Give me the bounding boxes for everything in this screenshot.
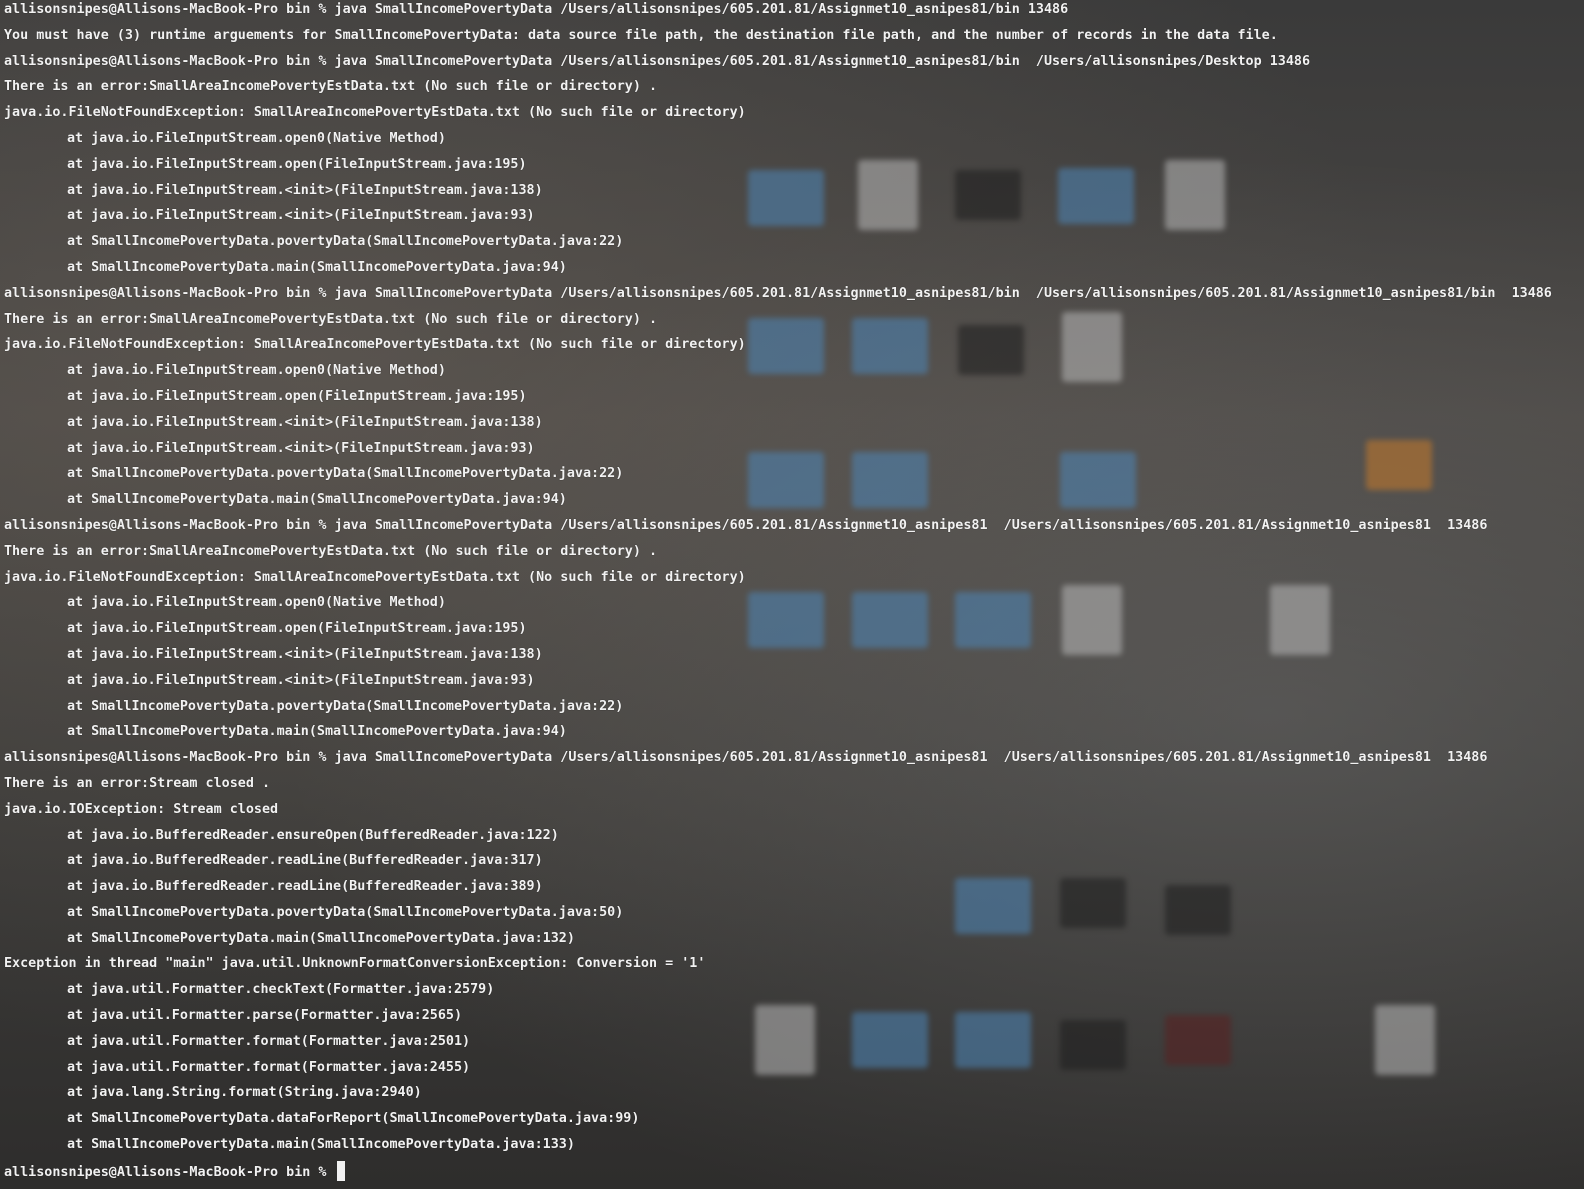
terminal-window[interactable]: allisonsnipes@Allisons-MacBook-Pro bin %… — [0, 0, 1584, 1189]
terminal-line: at java.util.Formatter.format(Formatter.… — [67, 1033, 471, 1049]
terminal-line: java.io.FileNotFoundException: SmallArea… — [4, 337, 746, 353]
terminal-line: at java.io.FileInputStream.open(FileInpu… — [67, 388, 527, 404]
terminal-line: at java.io.FileInputStream.<init>(FileIn… — [67, 672, 535, 688]
terminal-line: at java.io.FileInputStream.open0(Native … — [67, 595, 446, 611]
terminal-line: at java.util.Formatter.checkText(Formatt… — [67, 982, 495, 998]
terminal-line: at SmallIncomePovertyData.povertyData(Sm… — [67, 234, 624, 250]
terminal-line: at SmallIncomePovertyData.main(SmallInco… — [67, 492, 567, 508]
terminal-line: at SmallIncomePovertyData.main(SmallInco… — [67, 259, 567, 275]
terminal-line: at java.io.FileInputStream.<init>(FileIn… — [67, 208, 535, 224]
terminal-prompt-line[interactable]: allisonsnipes@Allisons-MacBook-Pro bin % — [4, 1160, 1584, 1187]
terminal-line: at java.io.FileInputStream.open0(Native … — [67, 130, 446, 146]
terminal-line: Exception in thread "main" java.util.Unk… — [4, 956, 706, 972]
terminal-line: at java.io.FileInputStream.open(FileInpu… — [67, 156, 527, 172]
terminal-line: at SmallIncomePovertyData.main(SmallInco… — [67, 724, 567, 740]
terminal-line: at SmallIncomePovertyData.dataForReport(… — [67, 1111, 640, 1127]
terminal-line: at java.io.FileInputStream.open0(Native … — [67, 363, 446, 379]
terminal-line: You must have (3) runtime arguements for… — [4, 27, 1278, 43]
terminal-line: allisonsnipes@Allisons-MacBook-Pro bin %… — [4, 285, 1552, 301]
terminal-line: at SmallIncomePovertyData.main(SmallInco… — [67, 1137, 575, 1153]
terminal-line: at SmallIncomePovertyData.povertyData(Sm… — [67, 698, 624, 714]
terminal-line: java.io.IOException: Stream closed — [4, 801, 279, 817]
terminal-line: at java.io.FileInputStream.<init>(FileIn… — [67, 440, 535, 456]
terminal-line: at java.io.BufferedReader.ensureOpen(Buf… — [67, 827, 559, 843]
terminal-line: There is an error:Stream closed . — [4, 775, 271, 791]
terminal-line: allisonsnipes@Allisons-MacBook-Pro bin %… — [4, 2, 1069, 17]
terminal-line: at SmallIncomePovertyData.main(SmallInco… — [67, 930, 575, 946]
terminal-line: at java.io.FileInputStream.<init>(FileIn… — [67, 182, 543, 198]
terminal-line: at java.io.FileInputStream.open(FileInpu… — [67, 621, 527, 637]
terminal-line: allisonsnipes@Allisons-MacBook-Pro bin %… — [4, 750, 1488, 766]
terminal-line: at java.util.Formatter.format(Formatter.… — [67, 1059, 471, 1075]
terminal-output[interactable]: allisonsnipes@Allisons-MacBook-Pro bin %… — [4, 0, 1584, 1187]
terminal-line: at java.io.BufferedReader.readLine(Buffe… — [67, 853, 543, 869]
text-cursor — [336, 1160, 345, 1181]
terminal-line: There is an error:SmallAreaIncomePoverty… — [4, 311, 658, 327]
terminal-line: at SmallIncomePovertyData.povertyData(Sm… — [67, 466, 624, 482]
terminal-line: at java.io.FileInputStream.<init>(FileIn… — [67, 646, 543, 662]
terminal-line: allisonsnipes@Allisons-MacBook-Pro bin %… — [4, 517, 1488, 533]
terminal-line: java.io.FileNotFoundException: SmallArea… — [4, 569, 746, 585]
terminal-line: at java.io.BufferedReader.readLine(Buffe… — [67, 879, 543, 895]
terminal-line: There is an error:SmallAreaIncomePoverty… — [4, 543, 658, 559]
terminal-line: at SmallIncomePovertyData.povertyData(Sm… — [67, 904, 624, 920]
prompt-text: allisonsnipes@Allisons-MacBook-Pro bin % — [4, 1164, 335, 1180]
terminal-line: allisonsnipes@Allisons-MacBook-Pro bin %… — [4, 53, 1311, 69]
terminal-line: There is an error:SmallAreaIncomePoverty… — [4, 79, 658, 95]
terminal-line: java.io.FileNotFoundException: SmallArea… — [4, 105, 746, 121]
terminal-line: at java.io.FileInputStream.<init>(FileIn… — [67, 414, 543, 430]
terminal-line: at java.util.Formatter.parse(Formatter.j… — [67, 1008, 463, 1024]
terminal-line: at java.lang.String.format(String.java:2… — [67, 1085, 422, 1101]
